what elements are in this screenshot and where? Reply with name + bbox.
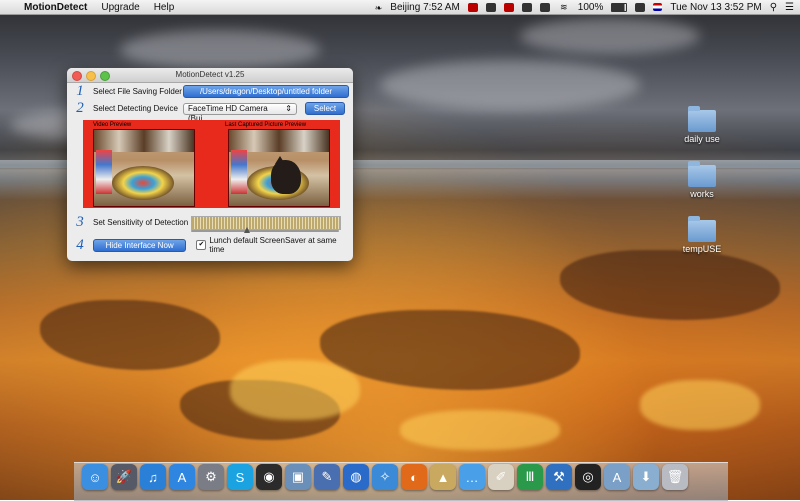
pool [640,380,760,430]
wifi-icon[interactable]: ≋ [558,2,570,12]
launchpad-icon[interactable]: 🚀 [111,464,137,490]
folder-icon [688,161,716,187]
bluetooth-icon[interactable] [539,2,550,12]
sensitivity-slider-knob[interactable] [244,227,251,233]
motiondetect-icon[interactable]: ◎ [575,464,601,490]
safari-icon[interactable]: ✧ [372,464,398,490]
skype-icon[interactable]: S [227,464,253,490]
archive-utility-icon[interactable]: ▲ [430,464,456,490]
captured-picture-image [228,129,330,207]
google-earth-icon[interactable]: ◍ [343,464,369,490]
menu-help[interactable]: Help [154,2,175,13]
dashboard-icon[interactable]: ◉ [256,464,282,490]
step3-label: Set Sensitivity of Detection [93,218,189,227]
hide-interface-button[interactable]: Hide Interface Now [92,238,187,252]
spotlight-icon[interactable]: ⚲ [770,2,777,13]
captured-preview-caption: Last Captured Picture Preview [225,122,307,128]
system-preferences-icon[interactable]: ⚙ [198,464,224,490]
screensaver-checkbox[interactable]: ✔ [196,240,207,250]
paintbrush-icon[interactable]: ✎ [314,464,340,490]
close-button[interactable] [72,71,82,81]
trash-icon[interactable]: 🗑 [662,464,688,490]
rock [40,300,220,370]
font-book-icon[interactable]: Ⅲ [517,464,543,490]
folder-icon [688,106,716,132]
cloud [120,30,320,70]
desktop-icon-label: tempUSE [682,244,722,254]
applications-folder-icon[interactable]: A [604,464,630,490]
chevron-updown-icon: ⇕ [285,103,292,113]
battery-icon[interactable] [611,2,628,12]
firefox-icon[interactable]: ◐ [401,464,427,490]
tool-status-icon[interactable] [485,2,496,12]
adobe-status-icon[interactable] [503,2,514,12]
world-clock[interactable]: Beijing 7:52 AM [390,2,460,13]
sensitivity-slider[interactable] [191,230,339,232]
input-source-icon[interactable] [635,2,646,12]
rock [320,310,580,390]
menu-clock[interactable]: Tue Nov 13 3:52 PM [670,2,761,13]
desktop-icon-label: daily use [684,134,720,144]
window-title: MotionDetect v1.25 [175,70,245,79]
pool [230,360,360,420]
screensaver-option: ✔ Lunch default ScreenSaver at same time [196,236,353,254]
motiondetect-status-icon[interactable] [467,2,478,12]
step1-row: 1 Select File Saving Folder /Users/drago… [73,83,349,100]
step-number: 1 [76,83,84,99]
motiondetect-window: MotionDetect v1.25 1 Select File Saving … [67,68,353,261]
video-preview-image [93,129,195,207]
app-menu[interactable]: MotionDetect [24,2,87,13]
window-titlebar[interactable]: MotionDetect v1.25 [67,68,353,83]
desktop-folder-works[interactable]: works [677,161,727,199]
video-preview-caption: Video Preview [93,122,132,128]
saving-folder-button[interactable]: /Users/dragon/Desktop/untitled folder [183,85,349,98]
timemachine-icon[interactable] [521,2,532,12]
preview-icon[interactable]: ▣ [285,464,311,490]
status-area: ❧ Beijing 7:52 AM ≋ 100% Tue Nov 13 3:52… [375,2,800,13]
menu-upgrade[interactable]: Upgrade [101,2,139,13]
minimize-button[interactable] [86,71,96,81]
select-device-button[interactable]: Select [305,102,345,115]
dock-icon-row: ☺ 🚀 ♫ A ⚙ S ◉ ▣ ✎ ◍ ✧ ◐ ▲… ✐ Ⅲ ⚒ ◎ A ⬇ 🗑 [82,464,688,490]
menu-bar: MotionDetect Upgrade Help ❧ Beijing 7:52… [0,0,800,15]
downloads-folder-icon[interactable]: ⬇ [633,464,659,490]
pool [400,410,560,450]
step-number: 4 [76,236,84,253]
screensaver-label: Lunch default ScreenSaver at same time [209,236,337,254]
finder-icon[interactable]: ☺ [82,464,108,490]
battery-percent[interactable]: 100% [578,2,604,13]
messages-icon[interactable]: … [459,464,485,490]
device-select[interactable]: FaceTime HD Camera (Bui... ⇕ [183,102,297,123]
flag-icon[interactable] [653,3,663,11]
step3-row: 3 Set Sensitivity of Detection [73,214,188,231]
rock [560,250,780,320]
sensitivity-meter [191,216,341,230]
xcode-icon[interactable]: ⚒ [546,464,572,490]
folder-icon [688,216,716,242]
desktop-icon-label: works [690,189,714,199]
preview-panel: Video Preview Last Captured Picture Prev… [83,120,340,208]
step2-label: Select Detecting Device [93,104,178,113]
step-number: 2 [76,100,84,116]
desktop-folder-tempuse[interactable]: tempUSE [677,216,727,254]
step2-row: 2 Select Detecting Device FaceTime HD Ca… [73,100,345,123]
step4-row: 4 Hide Interface Now ✔ Lunch default Scr… [73,236,353,254]
cloud [380,60,640,110]
textedit-icon[interactable]: ✐ [488,464,514,490]
cloud [520,18,700,54]
zoom-button[interactable] [100,71,110,81]
device-select-value: FaceTime HD Camera (Bui... [188,103,268,123]
notification-center-icon[interactable]: ☰ [785,2,794,13]
step-number: 3 [76,214,84,230]
clock-icon[interactable]: ❧ [375,3,383,13]
step1-label: Select File Saving Folder [93,87,182,96]
itunes-icon[interactable]: ♫ [140,464,166,490]
app-store-icon[interactable]: A [169,464,195,490]
desktop-folder-daily-use[interactable]: daily use [677,106,727,144]
